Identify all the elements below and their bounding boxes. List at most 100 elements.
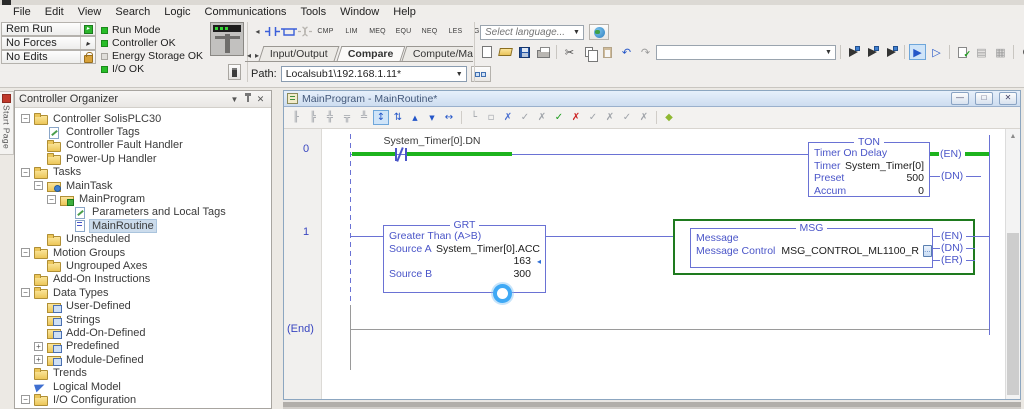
- menu-item-search[interactable]: Search: [108, 6, 157, 18]
- tree-item-mainprogram[interactable]: − MainProgram: [15, 192, 271, 206]
- tree-item-io-configuration[interactable]: − I/O Configuration: [15, 393, 271, 407]
- collapse-icon[interactable]: −: [21, 114, 30, 124]
- tree-item-predefined[interactable]: + Predefined: [15, 340, 271, 353]
- undo-button[interactable]: ↶: [618, 44, 635, 60]
- menu-item-communications[interactable]: Communications: [198, 6, 294, 18]
- rung-below-icon[interactable]: ╩: [356, 110, 372, 125]
- cross-reference-button[interactable]: ▤: [973, 44, 990, 60]
- palette-scroll-left-icon[interactable]: ◂: [251, 24, 264, 39]
- forces-button[interactable]: No Forces ▸: [1, 36, 96, 50]
- ton-accum-value[interactable]: 0: [918, 185, 924, 198]
- search-dropdown-icon[interactable]: ▼: [822, 46, 835, 59]
- instr-neq-button[interactable]: NEQ: [417, 24, 442, 39]
- trace-rung-icon[interactable]: └: [466, 110, 482, 125]
- xic-contact-button[interactable]: [265, 24, 280, 39]
- sort-icon[interactable]: ⇅: [390, 110, 406, 125]
- tree-item-maintask[interactable]: − MainTask: [15, 179, 271, 193]
- redo-button[interactable]: ↷: [637, 44, 654, 60]
- organizer-menu-icon[interactable]: ▼: [228, 95, 241, 104]
- tree-item-logical-model[interactable]: Logical Model: [15, 380, 271, 393]
- tree-item-tasks[interactable]: − Tasks: [15, 166, 271, 179]
- assemble-edits-icon[interactable]: ✓: [619, 110, 635, 125]
- tree-item-ungrouped-axes[interactable]: Ungrouped Axes: [15, 259, 271, 273]
- edits-button[interactable]: No Edits: [1, 50, 96, 64]
- tabs-scroll-left-icon[interactable]: ◂: [245, 51, 253, 61]
- find-next-button[interactable]: [845, 44, 862, 60]
- instr-lim-button[interactable]: LIM: [339, 24, 364, 39]
- ton-instruction[interactable]: TON Timer On Delay Timer System_Timer[0] …: [808, 136, 930, 198]
- tree-item-strings[interactable]: Strings: [15, 313, 271, 327]
- tree-item-user-defined[interactable]: User-Defined: [15, 299, 271, 313]
- paste-button[interactable]: [599, 44, 616, 60]
- accept-edits-icon[interactable]: ✓: [551, 110, 567, 125]
- collapse-icon[interactable]: −: [21, 395, 30, 405]
- language-combobox[interactable]: ▼: [480, 24, 584, 40]
- organizer-pin-icon[interactable]: [241, 93, 254, 105]
- instr-les-button[interactable]: LES: [443, 24, 468, 39]
- language-globe-button[interactable]: [589, 24, 609, 40]
- scroll-up-icon[interactable]: ▲: [1006, 129, 1020, 144]
- grt-source-b-value[interactable]: 300: [513, 268, 531, 281]
- find-all-button[interactable]: [883, 44, 900, 60]
- instr-equ-button[interactable]: EQU: [391, 24, 416, 39]
- open-button[interactable]: [497, 44, 514, 60]
- tree-item-mainroutine[interactable]: MainRoutine: [15, 218, 271, 233]
- tree-item-controller-tags[interactable]: Controller Tags: [15, 125, 271, 139]
- collapse-icon[interactable]: −: [34, 181, 43, 191]
- rung-number-1[interactable]: 1: [303, 226, 309, 238]
- menu-item-view[interactable]: View: [71, 6, 109, 18]
- tree-item-module-defined[interactable]: + Module-Defined: [15, 353, 271, 367]
- menu-item-window[interactable]: Window: [333, 6, 386, 18]
- contact-tag-label[interactable]: System_Timer[0].DN: [355, 135, 509, 147]
- tab-input-output[interactable]: Input/Output: [258, 46, 340, 61]
- cut-button[interactable]: ✂: [561, 44, 578, 60]
- start-page-tab[interactable]: Start Page: [0, 91, 14, 155]
- move-up-icon[interactable]: ▲: [407, 110, 423, 125]
- branch-button[interactable]: [281, 24, 297, 39]
- grt-instruction[interactable]: GRT Greater Than (A>B) Source A System_Ti…: [383, 219, 546, 293]
- expand-icon[interactable]: +: [34, 355, 43, 365]
- path-combobox[interactable]: Localsub1\192.168.1.11* ▼: [280, 66, 467, 82]
- find-previous-button[interactable]: [864, 44, 881, 60]
- ladder-editor[interactable]: 0 1 (End) System_Timer[0].DN TON Timer O…: [284, 129, 1020, 399]
- collapse-icon[interactable]: −: [21, 167, 30, 177]
- msg-browse-button[interactable]: …: [922, 244, 932, 257]
- scrollbar-thumb[interactable]: [1007, 233, 1019, 395]
- tab-compute-math[interactable]: Compute/Math: [401, 46, 473, 61]
- menu-item-edit[interactable]: Edit: [38, 6, 71, 18]
- instr-cmp-button[interactable]: CMP: [313, 24, 338, 39]
- msg-instruction[interactable]: MSG Message Message Control MSG_CONTROL_M…: [690, 222, 933, 268]
- tree-item-add-on-instructions[interactable]: Add-On Instructions: [15, 273, 271, 286]
- menu-item-logic[interactable]: Logic: [157, 6, 197, 18]
- test-edits-icon[interactable]: ✓: [585, 110, 601, 125]
- accept-pending-icon[interactable]: ✓: [517, 110, 533, 125]
- language-input[interactable]: [481, 26, 570, 38]
- zoom-in-button[interactable]: +: [1018, 44, 1024, 60]
- collapse-icon[interactable]: −: [21, 288, 30, 298]
- untest-edits-icon[interactable]: ✗: [602, 110, 618, 125]
- ton-timer-operand[interactable]: System_Timer[0]: [845, 160, 924, 173]
- rung-above-icon[interactable]: ╦: [339, 110, 355, 125]
- tree-item-powerup-handler[interactable]: Power-Up Handler: [15, 152, 271, 166]
- cancel-edits-icon[interactable]: ✗: [568, 110, 584, 125]
- tree-item-controller[interactable]: − Controller SolisPLC30: [15, 112, 271, 126]
- copy-button[interactable]: [580, 44, 598, 62]
- select-region-icon[interactable]: ▫: [483, 110, 499, 125]
- path-dropdown-icon[interactable]: ▼: [453, 67, 466, 81]
- new-button[interactable]: [478, 44, 495, 60]
- msg-control-operand[interactable]: MSG_CONTROL_ML1100_R: [781, 245, 919, 258]
- tree-item-add-on-defined[interactable]: Add-On-Defined: [15, 326, 271, 340]
- tree-item-parameters[interactable]: Parameters and Local Tags: [15, 206, 271, 219]
- verify-controller-button[interactable]: ▷: [928, 44, 945, 60]
- instr-meq-button[interactable]: MEQ: [365, 24, 390, 39]
- tab-compare[interactable]: Compare: [336, 46, 405, 61]
- minimize-icon[interactable]: —: [951, 92, 969, 105]
- verify-rung-icon[interactable]: ◆: [661, 110, 677, 125]
- grt-source-a-operand[interactable]: System_Timer[0].ACC: [436, 243, 540, 256]
- rung-branch-icon[interactable]: ╠: [305, 110, 321, 125]
- save-button[interactable]: [516, 44, 533, 60]
- finalize-edits-icon[interactable]: ✗: [636, 110, 652, 125]
- tree-item-fault-handler[interactable]: Controller Fault Handler: [15, 139, 271, 152]
- language-dropdown-icon[interactable]: ▼: [570, 26, 583, 39]
- vertical-scrollbar[interactable]: ▲: [1005, 129, 1020, 399]
